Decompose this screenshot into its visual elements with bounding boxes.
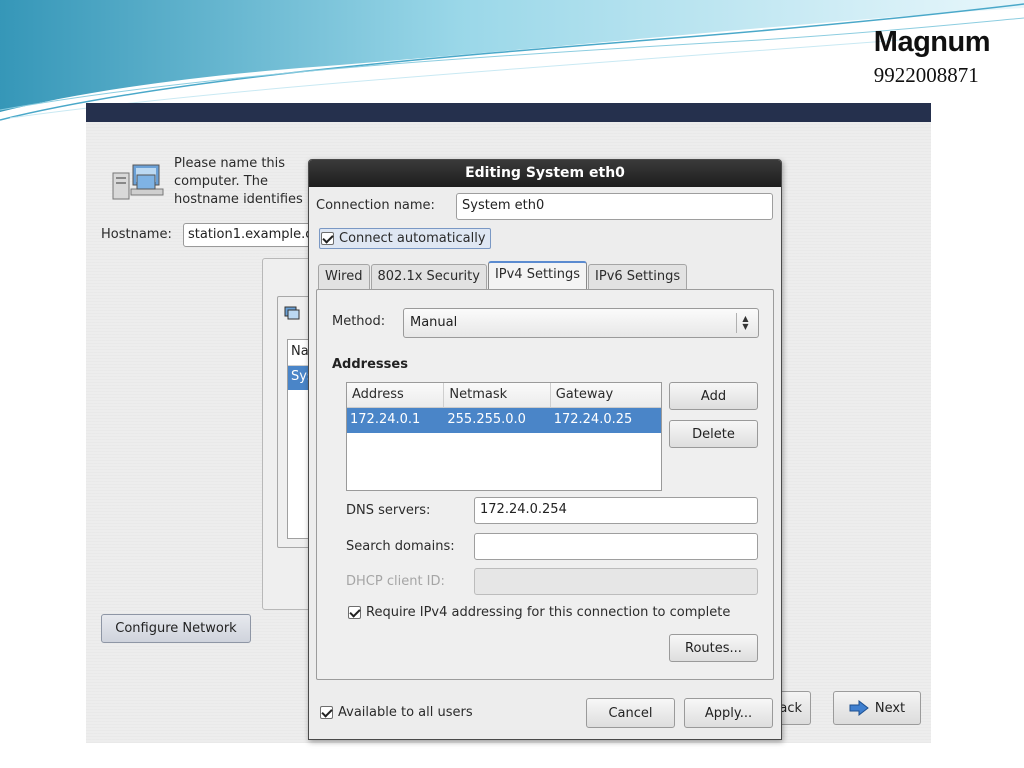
connection-name-label: Connection name: — [316, 198, 435, 213]
tab-ipv4-settings[interactable]: IPv4 Settings — [487, 261, 588, 291]
checkbox-checked-icon — [321, 232, 334, 245]
hostname-label: Hostname: — [101, 227, 172, 242]
cancel-button[interactable]: Cancel — [586, 698, 675, 728]
tab-wired[interactable]: Wired — [318, 264, 370, 290]
dhcp-client-id-field — [474, 568, 758, 595]
method-label: Method: — [332, 314, 386, 329]
add-address-button[interactable]: Add — [669, 382, 758, 410]
available-to-all-users-checkbox[interactable]: Available to all users — [320, 705, 473, 720]
updown-arrows-icon: ▲ ▼ — [736, 313, 754, 333]
search-domains-label: Search domains: — [346, 539, 455, 554]
editing-connection-dialog: Editing System eth0 Connection name: Sys… — [308, 159, 782, 740]
arrow-right-icon — [849, 700, 869, 716]
cell-gateway: 172.24.0.25 — [553, 412, 633, 427]
brand-phone: 9922008871 — [873, 63, 979, 87]
column-header-address[interactable]: Address — [347, 383, 445, 407]
connect-automatically-checkbox[interactable]: Connect automatically — [319, 228, 491, 249]
delete-address-button[interactable]: Delete — [669, 420, 758, 448]
connection-name-field[interactable]: System eth0 — [456, 193, 773, 220]
addresses-heading: Addresses — [332, 357, 408, 372]
next-button-label: Next — [874, 700, 906, 716]
installer-header-bar — [86, 103, 931, 122]
brand-block: Magnum 9922008871 — [873, 26, 991, 88]
tab-ipv6-settings[interactable]: IPv6 Settings — [588, 264, 688, 290]
connect-automatically-label: Connect automatically — [339, 231, 486, 246]
settings-tabs: Wired 802.1x Security IPv4 Settings IPv6… — [318, 261, 688, 291]
addresses-table[interactable]: Address Netmask Gateway 172.24.0.1 255.2… — [346, 382, 662, 491]
method-select[interactable]: Manual ▲ ▼ — [403, 308, 759, 338]
column-header-gateway[interactable]: Gateway — [551, 383, 661, 407]
intro-text: Please name this computer. The hostname … — [174, 156, 303, 211]
checkbox-checked-icon — [320, 706, 333, 719]
table-row[interactable]: 172.24.0.1 255.255.0.0 172.24.0.25 — [347, 408, 661, 433]
dhcp-client-id-label: DHCP client ID: — [346, 574, 445, 589]
hostname-input[interactable]: station1.example.com — [183, 223, 323, 247]
cell-netmask: 255.255.0.0 — [447, 412, 526, 427]
available-to-all-users-label: Available to all users — [338, 705, 473, 720]
dns-servers-field[interactable]: 172.24.0.254 — [474, 497, 758, 524]
cell-address: 172.24.0.1 — [350, 412, 421, 427]
tab-802-1x-security[interactable]: 802.1x Security — [370, 264, 487, 290]
column-header-netmask[interactable]: Netmask — [444, 383, 551, 407]
next-button[interactable]: Next — [833, 691, 921, 725]
dns-servers-label: DNS servers: — [346, 503, 431, 518]
dialog-title: Editing System eth0 — [309, 160, 781, 187]
addresses-table-header: Address Netmask Gateway — [347, 383, 661, 408]
apply-button[interactable]: Apply... — [684, 698, 773, 728]
require-ipv4-checkbox[interactable]: Require IPv4 addressing for this connect… — [348, 605, 730, 620]
checkbox-checked-icon — [348, 606, 361, 619]
network-computers-icon — [112, 164, 164, 200]
ipv4-settings-page: Method: Manual ▲ ▼ Addresses Address Netm… — [316, 289, 774, 680]
search-domains-field[interactable] — [474, 533, 758, 560]
brand-name: Magnum — [873, 26, 991, 58]
routes-button[interactable]: Routes... — [669, 634, 758, 662]
network-connections-icon — [284, 306, 300, 320]
configure-network-button[interactable]: Configure Network — [101, 614, 251, 643]
require-ipv4-label: Require IPv4 addressing for this connect… — [366, 605, 731, 620]
method-select-value: Manual — [410, 315, 458, 330]
